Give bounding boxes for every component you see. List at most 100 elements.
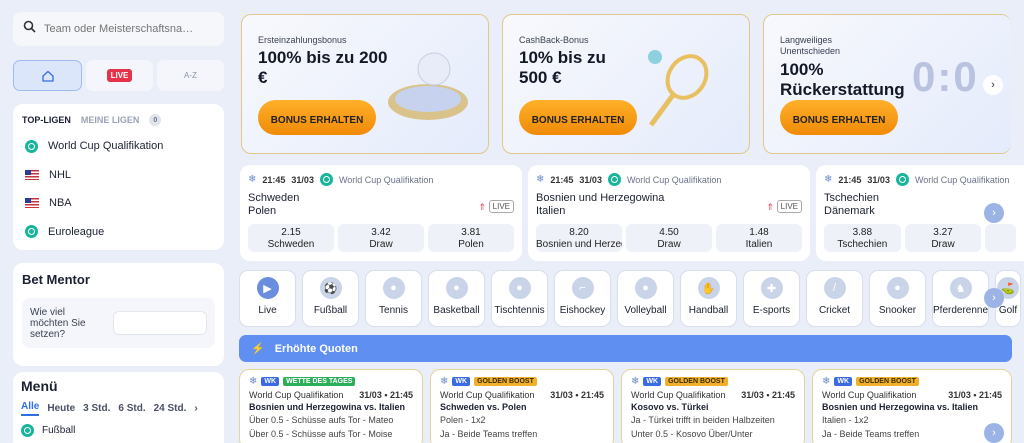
sport-ice-hockey[interactable]: ⌐ Eishockey bbox=[554, 270, 611, 327]
menu-tab-6h[interactable]: 6 Std. bbox=[118, 403, 145, 414]
odds-value: 4.50 bbox=[659, 227, 679, 238]
odds-button[interactable]: 3.42 Draw bbox=[338, 224, 424, 252]
promo-next-arrow[interactable]: › bbox=[983, 75, 1003, 95]
boost-match: Kosovo vs. Türkei bbox=[631, 402, 709, 412]
sport-handball[interactable]: ✋ Handball bbox=[680, 270, 737, 327]
boost-tag: GOLDEN BOOST bbox=[474, 377, 537, 386]
snowflake-icon: ❄ bbox=[248, 174, 257, 185]
match-card-1[interactable]: ❄ 21:45 31/03 World Cup Qualifikation Schwe… bbox=[240, 165, 522, 261]
bonus-button[interactable]: BONUS ERHALTEN bbox=[258, 100, 376, 135]
search-box[interactable] bbox=[13, 12, 224, 46]
promo-card-1[interactable]: Ersteinzahlungsbonus 100% bis zu 200 € B… bbox=[241, 14, 489, 154]
odds-label: Draw bbox=[657, 239, 681, 250]
match-time: 21:45 bbox=[550, 174, 574, 185]
odds-value: 1.48 bbox=[749, 227, 769, 238]
live-tab[interactable]: LIVE bbox=[86, 60, 153, 91]
boost-date: 31/03 • 21:45 bbox=[359, 390, 413, 400]
promo-headline: 100% bis zu 200 € bbox=[258, 48, 388, 87]
match-time: 21:45 bbox=[838, 174, 862, 185]
match-league: World Cup Qualifikation bbox=[914, 174, 1010, 185]
odds-button[interactable]: 3.27 Draw bbox=[904, 224, 982, 252]
sport-basketball[interactable]: ● Basketball bbox=[428, 270, 485, 327]
snowflake-icon: ❄ bbox=[822, 376, 831, 387]
menu-tab-all[interactable]: Alle bbox=[21, 401, 40, 416]
football-icon bbox=[21, 424, 34, 437]
sport-label: Volleyball bbox=[624, 305, 667, 316]
sport-live[interactable]: ▶ Live bbox=[239, 270, 296, 327]
sport-label: Cricket bbox=[818, 305, 851, 316]
promo-card-2[interactable]: CashBack-Bonus 10% bis zu 500 € BONUS ER… bbox=[502, 14, 750, 154]
live-stream-icon: ⇑ bbox=[478, 202, 486, 212]
sports-next-arrow[interactable]: › bbox=[984, 288, 1004, 308]
sport-table-tennis[interactable]: ● Tischtennis bbox=[491, 270, 548, 327]
bonus-button[interactable]: BONUS ERHALTEN bbox=[519, 100, 637, 135]
home-tab[interactable] bbox=[13, 60, 82, 91]
odds-button[interactable]: 3.81 Polen bbox=[428, 224, 514, 252]
chevron-right-icon[interactable]: › bbox=[194, 403, 197, 414]
snowflake-icon: ❄ bbox=[249, 376, 258, 387]
sport-football[interactable]: ⚽ Fußball bbox=[302, 270, 359, 327]
boost-match: Schweden vs. Polen bbox=[440, 402, 527, 412]
menu-tab-3h[interactable]: 3 Std. bbox=[83, 403, 110, 414]
odds-button[interactable]: 1.48 Italien bbox=[716, 224, 802, 252]
tennis-icon: ● bbox=[382, 277, 405, 299]
score-illustration: 0:0 bbox=[912, 53, 979, 100]
sport-snooker[interactable]: ● Snooker bbox=[869, 270, 926, 327]
promo-headline: 100% Rückerstattung bbox=[780, 60, 905, 99]
search-input[interactable] bbox=[44, 23, 214, 35]
menu-item-football[interactable]: Fußball bbox=[21, 424, 216, 437]
top-leagues-tab[interactable]: TOP-LIGEN bbox=[22, 115, 71, 125]
odds-value: 3.81 bbox=[461, 227, 481, 238]
odds-value: 3.27 bbox=[933, 227, 953, 238]
match-date: 31/03 bbox=[867, 174, 890, 185]
boost-tag: GOLDEN BOOST bbox=[856, 377, 919, 386]
odds-value: 3.42 bbox=[371, 227, 391, 238]
away-team: Polen bbox=[248, 205, 277, 217]
globe-icon bbox=[25, 139, 38, 153]
sport-esports[interactable]: ✚ E-sports bbox=[743, 270, 800, 327]
boost-card-3[interactable]: ❄ WK GOLDEN BOOST World Cup Qualifikation 3… bbox=[621, 369, 805, 443]
odds-button[interactable]: 2.15 Schweden bbox=[248, 224, 334, 252]
az-tab[interactable]: A-Z bbox=[157, 60, 224, 91]
league-label: NBA bbox=[49, 197, 72, 210]
promo-card-3[interactable]: Langweiliges Unentschieden 100% Rückerst… bbox=[763, 14, 1011, 154]
league-item-wcq[interactable]: World Cup Qualifikation bbox=[22, 132, 215, 161]
league-item-euroleague[interactable]: Euroleague bbox=[22, 218, 215, 247]
sport-tennis[interactable]: ● Tennis bbox=[365, 270, 422, 327]
snowflake-icon: ❄ bbox=[536, 174, 545, 185]
snowflake-icon: ❄ bbox=[824, 174, 833, 185]
league-item-nba[interactable]: NBA bbox=[22, 189, 215, 218]
sport-horse-racing[interactable]: ♞ Pferderennen bbox=[932, 270, 989, 327]
boost-league: World Cup Qualifikation bbox=[440, 390, 535, 400]
bonus-button[interactable]: BONUS ERHALTEN bbox=[780, 100, 898, 135]
odds-button[interactable]: 8.20Bosnien und Herzegowina bbox=[536, 224, 622, 252]
bet-mentor-panel: Bet Mentor Wie viel möchten Sie setzen? bbox=[13, 263, 224, 366]
boost-selection: Über 0.5 - Schüsse aufs Tor - Mateo bbox=[249, 415, 394, 425]
sport-cricket[interactable]: / Cricket bbox=[806, 270, 863, 327]
table-tennis-icon: ● bbox=[508, 277, 531, 299]
menu-tab-24h[interactable]: 24 Std. bbox=[154, 403, 187, 414]
my-leagues-tab[interactable]: MEINE LIGEN bbox=[81, 115, 140, 125]
stake-input[interactable] bbox=[113, 311, 207, 335]
sport-label: Golf bbox=[998, 305, 1018, 316]
boost-next-arrow[interactable]: › bbox=[984, 423, 1004, 443]
boost-card-4[interactable]: ❄ WK GOLDEN BOOST World Cup Qualifikation 3… bbox=[812, 369, 1012, 443]
menu-title: Menü bbox=[21, 378, 58, 394]
league-item-nhl[interactable]: NHL bbox=[22, 161, 215, 190]
boost-date: 31/03 • 21:45 bbox=[741, 390, 795, 400]
lightning-icon: ⚡ bbox=[251, 343, 265, 355]
boost-match: Bosnien und Herzegowina vs. Italien bbox=[822, 402, 979, 412]
menu-tab-today[interactable]: Heute bbox=[47, 403, 75, 414]
wk-badge: WK bbox=[261, 377, 280, 386]
match-card-2[interactable]: ❄ 21:45 31/03 World Cup Qualifikation Bosni… bbox=[528, 165, 810, 261]
leagues-panel: TOP-LIGEN MEINE LIGEN 0 World Cup Qualif… bbox=[13, 104, 224, 250]
boost-card-1[interactable]: ❄ WK WETTE DES TAGES World Cup Qualifikati… bbox=[239, 369, 423, 443]
snowflake-icon: ❄ bbox=[631, 376, 640, 387]
matches-next-arrow[interactable]: › bbox=[984, 203, 1004, 223]
odds-value: 8.20 bbox=[569, 227, 589, 238]
sport-volleyball[interactable]: ● Volleyball bbox=[617, 270, 674, 327]
odds-button[interactable] bbox=[985, 224, 1017, 252]
odds-button[interactable]: 4.50 Draw bbox=[626, 224, 712, 252]
boost-card-2[interactable]: ❄ WK GOLDEN BOOST World Cup Qualifikation 3… bbox=[430, 369, 614, 443]
odds-button[interactable]: 3.88 Tschechien bbox=[824, 224, 901, 252]
